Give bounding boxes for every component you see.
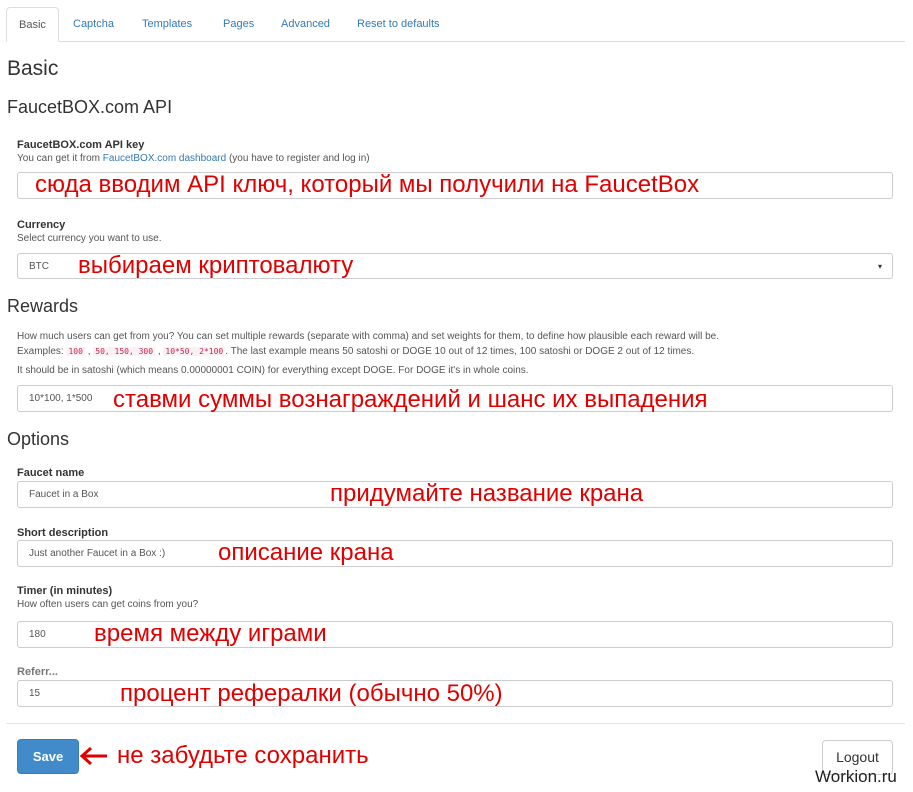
- referral-label: Referr...: [17, 666, 58, 678]
- annotation-faucet-name: придумайте название крана: [330, 480, 644, 507]
- save-button[interactable]: Save: [17, 739, 79, 774]
- section-title-rewards: Rewards: [7, 296, 79, 316]
- timer-label: Timer (in minutes): [17, 585, 113, 597]
- settings-tabs: Basic Captcha Templates Pages Advanced R…: [6, 7, 905, 42]
- arrow-left-icon: [79, 746, 107, 766]
- timer-help: How often users can get coins from you?: [17, 599, 199, 610]
- form-divider: [6, 723, 905, 724]
- faucetbox-dashboard-link[interactable]: FaucetBOX.com dashboard: [103, 153, 226, 164]
- annotation-save: не забудьте сохранить: [117, 742, 369, 769]
- section-title-options: Options: [7, 429, 70, 449]
- rewards-help-2: It should be in satoshi (which means 0.0…: [17, 365, 529, 376]
- tab-advanced[interactable]: Advanced: [269, 7, 342, 40]
- annotation-description: описание крана: [218, 539, 394, 566]
- referral-value: 15: [29, 688, 41, 699]
- timer-value: 180: [29, 629, 46, 640]
- annotation-referral: процент рефералки (обычно 50%): [120, 680, 503, 707]
- reward-example-3: 10*50, 2*100: [163, 347, 226, 356]
- short-description-value: Just another Faucet in a Box :): [29, 548, 166, 559]
- api-key-label: FaucetBOX.com API key: [17, 139, 145, 151]
- reward-example-1: 100: [66, 347, 85, 356]
- section-title-api: FaucetBOX.com API: [7, 97, 173, 117]
- faucet-name-value: Faucet in a Box: [29, 489, 99, 500]
- annotation-currency: выбираем криптовалюту: [78, 252, 354, 279]
- watermark: Workion.ru: [815, 767, 897, 786]
- short-description-label: Short description: [17, 527, 109, 539]
- rewards-examples-label: Examples:: [17, 346, 67, 357]
- annotation-rewards: ставми суммы вознаграждений и шанс их вы…: [113, 386, 708, 413]
- annotation-api-key: сюда вводим API ключ, который мы получил…: [35, 171, 700, 198]
- short-description-input[interactable]: Just another Faucet in a Box :): [17, 540, 893, 567]
- currency-help: Select currency you want to use.: [17, 233, 162, 244]
- tab-reset-to-defaults[interactable]: Reset to defaults: [345, 7, 452, 40]
- rewards-examples: Examples: 100 , 50, 150, 300 , 10*50, 2*…: [17, 346, 695, 357]
- rewards-examples-suffix: . The last example means 50 satoshi or D…: [225, 346, 695, 357]
- tab-templates[interactable]: Templates: [130, 7, 204, 40]
- api-key-help-suffix: (you have to register and log in): [226, 153, 370, 164]
- rewards-value: 10*100, 1*500: [29, 393, 93, 404]
- tab-pages[interactable]: Pages: [211, 7, 266, 40]
- api-key-help: You can get it from FaucetBOX.com dashbo…: [17, 153, 370, 164]
- api-key-help-prefix: You can get it from: [17, 153, 103, 164]
- tab-captcha[interactable]: Captcha: [61, 7, 126, 40]
- annotation-timer: время между играми: [94, 620, 327, 647]
- currency-label: Currency: [17, 219, 66, 231]
- page-title: Basic: [7, 57, 59, 80]
- tab-basic[interactable]: Basic: [6, 7, 59, 42]
- reward-example-2: 50, 150, 300: [93, 347, 156, 356]
- faucet-name-label: Faucet name: [17, 467, 85, 479]
- rewards-help-1: How much users can get from you? You can…: [17, 331, 720, 342]
- currency-value: BTC: [29, 261, 49, 272]
- chevron-down-icon: ▾: [877, 262, 882, 271]
